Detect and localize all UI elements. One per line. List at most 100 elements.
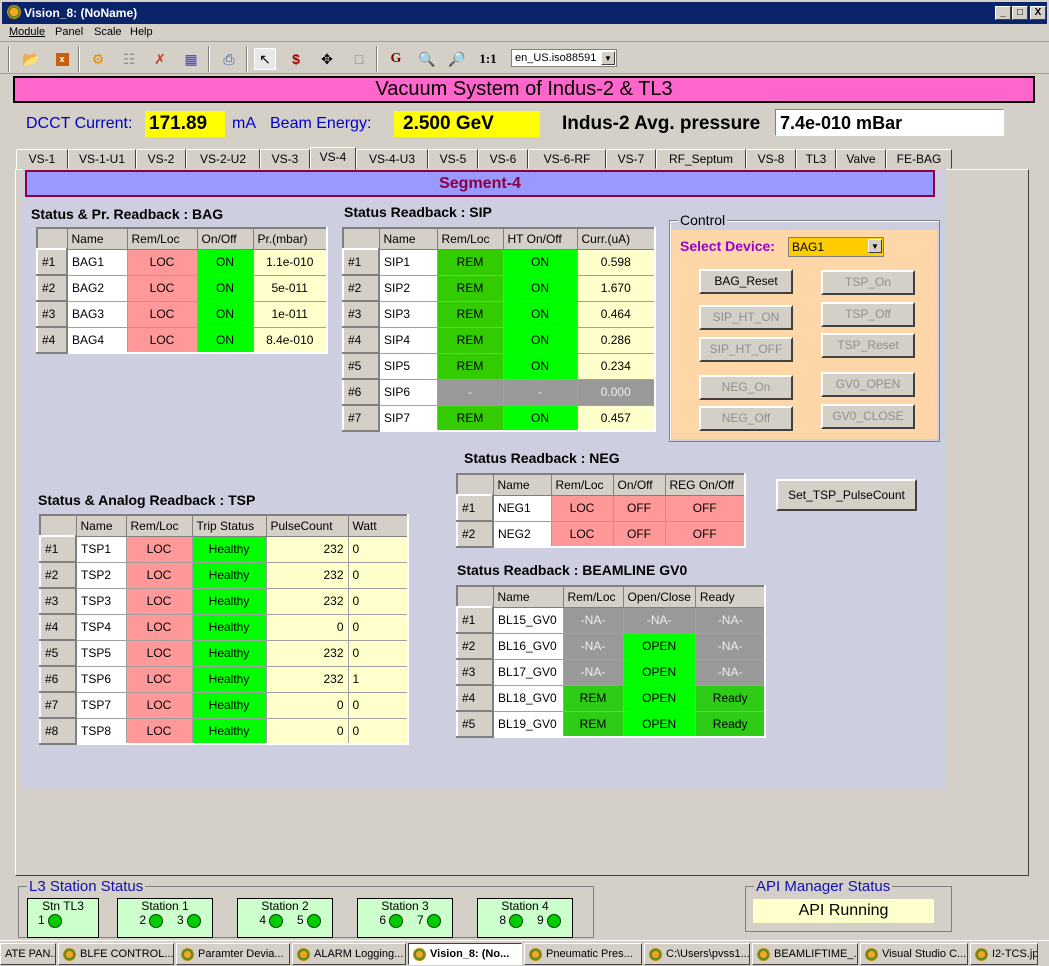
menu-module[interactable]: Module <box>9 26 45 38</box>
tree-icon[interactable]: ☷ <box>118 48 140 70</box>
tsp-cell: LOC <box>125 587 193 615</box>
tsp-cell: TSP3 <box>75 587 127 615</box>
tab-vs-8[interactable]: VS-8 <box>746 149 796 169</box>
tab-vs-2-u2[interactable]: VS-2-U2 <box>186 149 260 169</box>
taskbar-item[interactable]: Visual Studio C... <box>860 943 968 965</box>
language-select[interactable]: en_US.iso88591 ▼ <box>511 49 617 67</box>
tsp-cell: 0 <box>265 613 349 641</box>
zoom-out-icon[interactable]: 🔎 <box>446 48 468 70</box>
close-button[interactable]: X <box>1030 6 1046 20</box>
menu-scale[interactable]: Scale <box>94 26 122 38</box>
neg-cell: OFF <box>612 520 666 548</box>
tab-vs-6[interactable]: VS-6 <box>478 149 528 169</box>
taskbar-item[interactable]: I2-TCS.jp <box>970 943 1038 965</box>
menu-panel[interactable]: Panel <box>55 26 83 38</box>
neg-off-button[interactable]: NEG_Off <box>699 406 793 431</box>
window-title-bar[interactable]: Vision_8: (NoName) _ □ X <box>0 0 1049 24</box>
gv0-close-button[interactable]: GV0_CLOSE <box>821 404 915 429</box>
menu-help[interactable]: Help <box>130 26 153 38</box>
sip-ht-off-button[interactable]: SIP_HT_OFF <box>699 337 793 362</box>
toolbar-grip[interactable] <box>8 46 10 72</box>
row-index: #1 <box>39 535 77 563</box>
maximize-button[interactable]: □ <box>1012 6 1028 20</box>
tsp-cell: 0 <box>347 535 409 563</box>
main-banner-title: Vacuum System of Indus-2 & TL3 <box>13 76 1035 103</box>
taskbar-item[interactable]: Paramter Devia... <box>176 943 290 965</box>
tsp-cell: 0 <box>347 691 409 719</box>
tab-vs-6-rf[interactable]: VS-6-RF <box>528 149 606 169</box>
menu-bar: Module Panel Scale Help <box>0 24 1049 42</box>
taskbar-item[interactable]: ATE PAN... <box>0 943 56 965</box>
g-icon[interactable]: G <box>385 48 407 70</box>
gv0-open-button[interactable]: GV0_OPEN <box>821 372 915 397</box>
stop-icon[interactable]: $ <box>285 48 307 70</box>
set-tsp-pulsecount-button[interactable]: Set_TSP_PulseCount <box>776 479 917 511</box>
taskbar: ATE PAN... BLFE CONTROL... Paramter Devia.… <box>0 940 1049 966</box>
tab-vs-1-u1[interactable]: VS-1-U1 <box>68 149 136 169</box>
tsp-table-row: #4 TSP4 LOC Healthy 0 0 <box>39 613 409 641</box>
tsp-cell: 0 <box>265 691 349 719</box>
taskbar-item[interactable]: BLFE CONTROL... <box>58 943 174 965</box>
device-select[interactable]: BAG1 ▼ <box>788 237 884 257</box>
gv0-column-header: Ready <box>694 585 766 608</box>
tab-rf-septum[interactable]: RF_Septum <box>656 149 746 169</box>
status-led-icon <box>47 913 62 928</box>
rectangle-icon[interactable]: □ <box>348 48 370 70</box>
taskbar-item[interactable]: Pneumatic Pres... <box>524 943 642 965</box>
row-index: #3 <box>342 300 380 328</box>
zoom-reset-button[interactable]: 1:1 <box>477 48 499 70</box>
tab-vs-3[interactable]: VS-3 <box>260 149 310 169</box>
pressure-value: 7.4e-010 mBar <box>775 109 1004 136</box>
taskbar-item[interactable]: C:\Users\pvss1... <box>644 943 750 965</box>
tab-vs-1[interactable]: VS-1 <box>16 149 68 169</box>
tsp-cell: 0 <box>347 717 409 745</box>
tsp-cell: Healthy <box>191 587 267 615</box>
tsp-on-button[interactable]: TSP_On <box>821 270 915 295</box>
sip-ht-on-button[interactable]: SIP_HT_ON <box>699 305 793 330</box>
taskbar-item[interactable]: BEAMLIFTIME_... <box>752 943 858 965</box>
run-panel-icon[interactable]: ⚙ <box>87 48 109 70</box>
tools-icon[interactable]: ✗ <box>149 48 171 70</box>
tsp-cell: LOC <box>125 717 193 745</box>
sip-table: Name Rem/Loc HT On/Off Curr.(uA) #1 SIP1 REM ON… <box>342 227 656 432</box>
zoom-in-icon[interactable]: 🔍 <box>416 48 438 70</box>
tsp-off-button[interactable]: TSP_Off <box>821 302 915 327</box>
open-folder-icon[interactable]: 📂 <box>20 48 42 70</box>
taskbar-item[interactable]: ALARM Logging... <box>292 943 406 965</box>
row-index: #4 <box>456 684 494 712</box>
tab-tl3[interactable]: TL3 <box>796 149 836 169</box>
hierarchy-icon[interactable]: ▦ <box>180 48 202 70</box>
tab-vs-4-u3[interactable]: VS-4-U3 <box>356 149 428 169</box>
gv0-header-row: Name Rem/Loc Open/Close Ready <box>456 585 766 608</box>
tsp-reset-button[interactable]: TSP_Reset <box>821 333 915 358</box>
row-index: #3 <box>36 300 68 328</box>
energy-label: Beam Energy: <box>270 115 372 132</box>
chevron-down-icon[interactable]: ▼ <box>868 239 882 253</box>
print-icon[interactable]: ⎙ <box>218 48 240 70</box>
tab-valve[interactable]: Valve <box>836 149 886 169</box>
station-led-number: 7 <box>417 913 424 927</box>
bag-table-row: #2 BAG2 LOC ON 5e-011 <box>36 274 328 302</box>
taskbar-item-label: I2-TCS.jp <box>992 948 1038 960</box>
bag-cell: ON <box>196 300 254 328</box>
gv0-cell: -NA- <box>562 632 624 660</box>
chevron-down-icon[interactable]: ▼ <box>601 51 615 65</box>
tab-vs-7[interactable]: VS-7 <box>606 149 656 169</box>
move-icon[interactable]: ✥ <box>316 48 338 70</box>
tab-vs-4[interactable]: VS-4 <box>310 147 356 170</box>
row-index: #2 <box>36 274 68 302</box>
tab-vs-5[interactable]: VS-5 <box>428 149 478 169</box>
bag-reset-button[interactable]: BAG_Reset <box>699 269 793 294</box>
minimize-button[interactable]: _ <box>995 6 1011 20</box>
tab-fe-bag[interactable]: FE-BAG <box>886 149 952 169</box>
station-led-row: 1 <box>28 913 98 928</box>
neg-table: Name Rem/Loc On/Off REG On/Off #1 NEG1 LOC OFF O… <box>456 473 746 548</box>
gv0-cell: OPEN <box>622 710 696 738</box>
tab-vs-2[interactable]: VS-2 <box>136 149 186 169</box>
close-icon[interactable]: x <box>51 48 73 70</box>
neg-on-button[interactable]: NEG_On <box>699 375 793 400</box>
row-index: #3 <box>456 658 494 686</box>
pointer-icon[interactable]: ↖ <box>254 48 276 70</box>
station-name: Station 1 <box>141 899 189 913</box>
taskbar-item[interactable]: Vision_8: (No... <box>408 943 522 965</box>
